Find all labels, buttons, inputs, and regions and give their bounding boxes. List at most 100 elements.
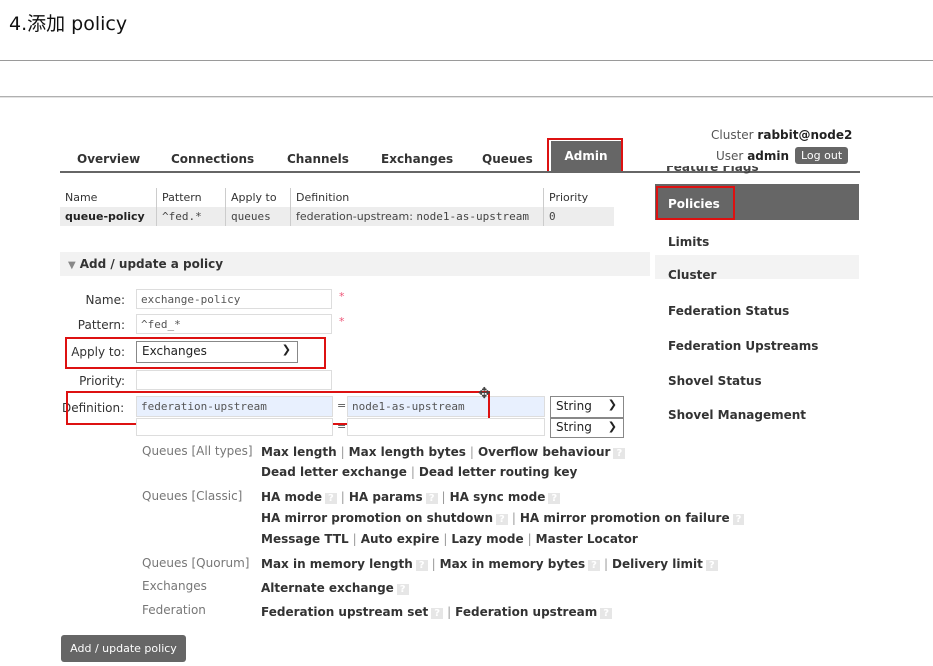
help-keys-line: Federation upstream set? | Federation upst… bbox=[261, 605, 613, 619]
col-header: Pattern bbox=[156, 188, 226, 207]
cluster-label: Cluster bbox=[711, 128, 754, 142]
sidebar-item-shovel-status[interactable]: Shovel Status bbox=[668, 374, 762, 388]
col-header: Apply to bbox=[225, 188, 291, 207]
policy-name-link[interactable]: queue-policy bbox=[60, 207, 157, 226]
name-input[interactable]: exchange-policy bbox=[136, 289, 332, 309]
definition-value: node1-as-upstream bbox=[416, 210, 529, 223]
chevron-down-icon: ❯ bbox=[607, 420, 617, 433]
help-key[interactable]: HA params bbox=[349, 490, 423, 504]
help-key[interactable]: Max in memory bytes bbox=[440, 557, 586, 571]
highlight-policies bbox=[656, 186, 735, 220]
help-keys-line: Alternate exchange? bbox=[261, 581, 409, 595]
help-icon[interactable]: ? bbox=[600, 608, 613, 619]
equals-sign: = bbox=[337, 420, 347, 433]
policy-apply-to: queues bbox=[225, 207, 291, 226]
help-icon[interactable]: ? bbox=[548, 493, 561, 504]
help-icon[interactable]: ? bbox=[396, 584, 409, 595]
help-key[interactable]: Message TTL bbox=[261, 532, 349, 546]
help-icon[interactable]: ? bbox=[732, 514, 745, 525]
logout-button[interactable]: Log out bbox=[795, 147, 849, 164]
section-title: Add / update a policy bbox=[79, 257, 224, 271]
tab-queues[interactable]: Queues bbox=[482, 152, 533, 166]
sidebar-item-feature-flags[interactable]: Feature Flags bbox=[666, 166, 786, 174]
tab-exchanges[interactable]: Exchanges bbox=[381, 152, 453, 166]
move-cursor-icon: ✥ bbox=[478, 384, 491, 402]
tab-channels[interactable]: Channels bbox=[287, 152, 349, 166]
help-key[interactable]: Dead letter routing key bbox=[419, 465, 577, 479]
help-keys-line: HA mode? | HA params? | HA sync mode? bbox=[261, 490, 561, 504]
definition-key-input-2[interactable] bbox=[136, 418, 333, 436]
add-update-policy-button[interactable]: Add / update policy bbox=[61, 635, 186, 662]
definition-type-value: String bbox=[556, 420, 592, 434]
help-icon[interactable]: ? bbox=[415, 560, 428, 571]
help-key[interactable]: Overflow behaviour bbox=[478, 445, 611, 459]
help-icon[interactable]: ? bbox=[496, 514, 508, 525]
help-key[interactable]: HA mirror promotion on failure bbox=[520, 511, 730, 525]
help-key[interactable]: Delivery limit bbox=[612, 557, 703, 571]
help-icon[interactable]: ? bbox=[425, 493, 438, 504]
help-keys-line: Dead letter exchange | Dead letter routing… bbox=[261, 465, 578, 479]
help-icon[interactable]: ? bbox=[613, 448, 626, 459]
policy-definition: federation-upstream: node1-as-upstream bbox=[290, 207, 544, 226]
table-header-row: Name Pattern Apply to Definition Priorit… bbox=[60, 188, 614, 207]
policy-priority: 0 bbox=[543, 207, 614, 226]
help-key[interactable]: Max in memory length bbox=[261, 557, 413, 571]
sidebar-item-cluster[interactable]: Cluster bbox=[668, 268, 716, 282]
help-key[interactable]: Alternate exchange bbox=[261, 581, 394, 595]
help-key[interactable]: Max length bytes bbox=[349, 445, 466, 459]
definition-key: federation-upstream: bbox=[296, 210, 413, 223]
group-label: Federation bbox=[142, 603, 206, 617]
required-marker: * bbox=[339, 315, 345, 328]
col-header: Definition bbox=[290, 188, 544, 207]
help-keys-line: Message TTL | Auto expire | Lazy mode | Master… bbox=[261, 532, 638, 546]
tab-connections[interactable]: Connections bbox=[171, 152, 254, 166]
help-key[interactable]: Master Locator bbox=[536, 532, 638, 546]
user-info: User admin bbox=[716, 149, 789, 163]
help-key[interactable]: Federation upstream set bbox=[261, 605, 428, 619]
tab-overview[interactable]: Overview bbox=[77, 152, 140, 166]
user-label: User bbox=[716, 149, 744, 163]
help-icon[interactable]: ? bbox=[431, 608, 444, 619]
help-key[interactable]: Auto expire bbox=[361, 532, 440, 546]
name-label: Name: bbox=[85, 293, 125, 307]
policy-pattern: ^fed.* bbox=[156, 207, 226, 226]
sidebar-item-shovel-management[interactable]: Shovel Management bbox=[668, 408, 806, 422]
cluster-info: Cluster rabbit@node2 bbox=[711, 128, 852, 142]
help-key[interactable]: HA mirror promotion on shutdown bbox=[261, 511, 493, 525]
definition-type-select-2[interactable]: String ❯ bbox=[550, 418, 624, 438]
sidebar-item-federation-upstreams[interactable]: Federation Upstreams bbox=[668, 339, 818, 353]
help-key[interactable]: Max length bbox=[261, 445, 337, 459]
help-key[interactable]: Lazy mode bbox=[451, 532, 523, 546]
help-icon[interactable]: ? bbox=[588, 560, 600, 571]
help-keys-line: HA mirror promotion on shutdown? | HA mirr… bbox=[261, 511, 745, 525]
group-label: Queues [Quorum] bbox=[142, 556, 250, 570]
help-keys-line: Max in memory length? | Max in memory byte… bbox=[261, 557, 718, 571]
help-key[interactable]: HA sync mode bbox=[450, 490, 546, 504]
highlight-apply-to bbox=[65, 337, 326, 369]
cluster-name: rabbit@node2 bbox=[757, 128, 853, 142]
group-label: Queues [Classic] bbox=[142, 489, 243, 503]
policies-table: Name Pattern Apply to Definition Priorit… bbox=[60, 188, 614, 226]
help-key[interactable]: HA mode bbox=[261, 490, 322, 504]
group-label: Exchanges bbox=[142, 579, 207, 593]
table-row[interactable]: queue-policy ^fed.* queues federation-up… bbox=[60, 207, 614, 226]
definition-type-select[interactable]: String ❯ bbox=[550, 396, 624, 418]
help-icon[interactable]: ? bbox=[324, 493, 337, 504]
highlight-admin-tab bbox=[547, 138, 623, 173]
divider bbox=[0, 96, 933, 98]
section-toggle[interactable]: ▼ Add / update a policy bbox=[68, 257, 223, 271]
pattern-label: Pattern: bbox=[77, 318, 125, 332]
col-header: Priority bbox=[543, 188, 614, 207]
definition-value-input-2[interactable] bbox=[347, 418, 545, 436]
help-key[interactable]: Federation upstream bbox=[455, 605, 597, 619]
divider bbox=[0, 60, 933, 61]
sidebar-item-federation-status[interactable]: Federation Status bbox=[668, 304, 789, 318]
pattern-input[interactable]: ^fed_* bbox=[136, 314, 332, 334]
group-label: Queues [All types] bbox=[142, 444, 253, 458]
col-header: Name bbox=[60, 188, 157, 207]
help-key[interactable]: Dead letter exchange bbox=[261, 465, 407, 479]
priority-input[interactable] bbox=[136, 370, 332, 390]
sidebar-item-limits[interactable]: Limits bbox=[668, 235, 709, 249]
help-icon[interactable]: ? bbox=[705, 560, 718, 571]
document-heading: 4.添加 policy bbox=[9, 13, 128, 35]
